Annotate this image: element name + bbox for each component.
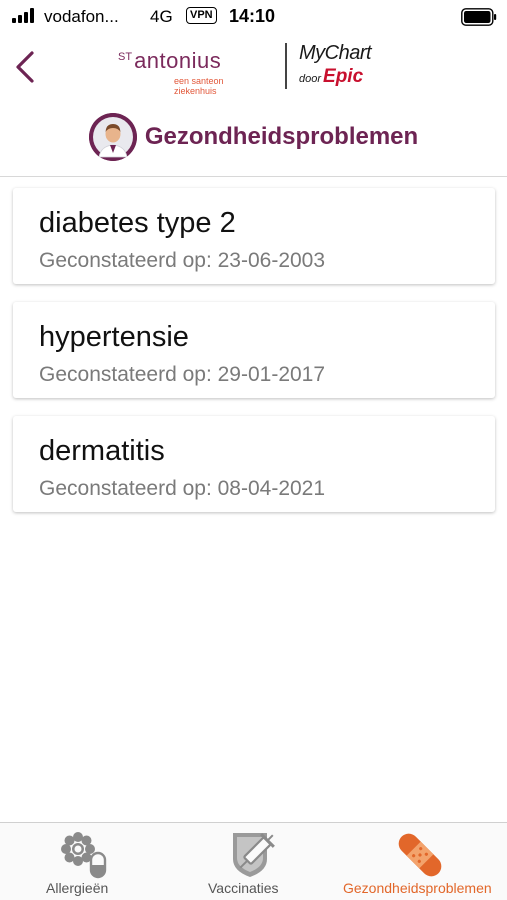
problem-card[interactable]: diabetes type 2 Geconstateerd op: 23-06-… [13, 188, 495, 284]
problem-name: hypertensie [39, 321, 189, 353]
avatar [88, 113, 137, 161]
mychart-label: MyChart [299, 42, 372, 64]
status-time: 14:10 [229, 6, 276, 26]
tab-label: Gezondheidsproblemen [343, 880, 492, 896]
carrier-name: vodafon... [44, 7, 119, 26]
problem-card[interactable]: dermatitis Geconstateerd op: 08-04-2021 [13, 416, 495, 512]
tab-bar: Allergieën Vaccinaties Gezondheidsproble… [0, 822, 507, 900]
app-header: STantonius een santeon ziekenhuis MyChar… [0, 34, 507, 104]
page-title-row: Gezondheidsproblemen [0, 113, 507, 161]
logo-divider [285, 43, 287, 89]
title-divider [0, 176, 507, 177]
network-type: 4G [150, 7, 173, 26]
allergy-icon [61, 832, 107, 879]
problem-list: diabetes type 2 Geconstateerd op: 23-06-… [13, 188, 495, 530]
tab-label: Vaccinaties [208, 880, 279, 896]
problem-name: dermatitis [39, 435, 165, 467]
mychart-by: door [299, 73, 322, 85]
page-title: Gezondheidsproblemen [144, 123, 419, 150]
tab-gezondheidsproblemen[interactable]: Gezondheidsproblemen [336, 823, 507, 900]
brand-name: antonius [134, 48, 222, 73]
vaccine-icon [233, 833, 275, 877]
status-bar: vodafon... 4G VPN 14:10 [0, 0, 507, 34]
problem-card[interactable]: hypertensie Geconstateerd op: 29-01-2017 [13, 302, 495, 398]
problem-date: Geconstateerd op: 29-01-2017 [39, 363, 326, 386]
epic-label: Epic [323, 66, 364, 87]
signal-strength-icon [12, 8, 38, 23]
battery-icon [461, 8, 497, 26]
back-button[interactable] [8, 46, 42, 88]
problem-date: Geconstateerd op: 23-06-2003 [39, 249, 326, 272]
brand-prefix: ST [118, 51, 133, 63]
chevron-left-icon [16, 51, 34, 83]
tab-vaccinaties[interactable]: Vaccinaties [170, 823, 336, 900]
problem-name: diabetes type 2 [39, 207, 236, 239]
tab-label: Allergieën [46, 880, 109, 896]
problem-date: Geconstateerd op: 08-04-2021 [39, 477, 326, 500]
tab-allergieen[interactable]: Allergieën [0, 823, 170, 900]
doctor-icon [88, 113, 137, 161]
bandage-icon [398, 833, 442, 877]
st-antonius-logo: STantonius een santeon ziekenhuis [118, 44, 266, 96]
mychart-logo: MyChart door Epic [299, 42, 389, 92]
vpn-badge: VPN [186, 7, 217, 24]
brand-tagline: een santeon ziekenhuis [174, 76, 224, 96]
